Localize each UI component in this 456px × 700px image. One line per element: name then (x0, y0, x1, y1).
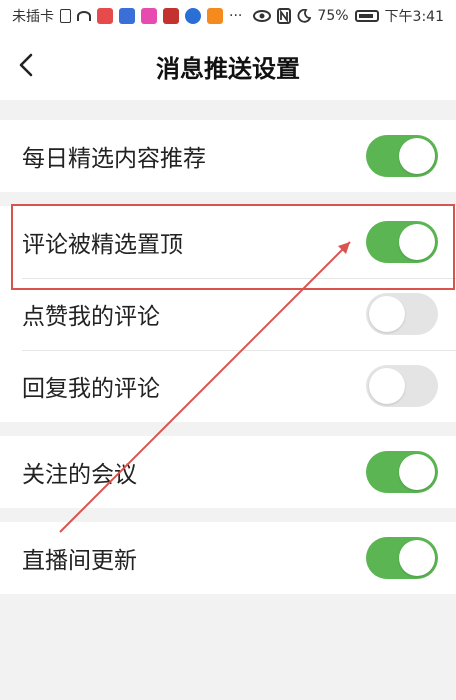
toggle-knob (369, 368, 405, 404)
battery-icon (354, 10, 379, 22)
setting-label: 评论被精选置顶 (22, 232, 183, 258)
setting-row-daily-picks: 每日精选内容推荐 (0, 120, 456, 192)
app-notification-icon (207, 8, 223, 24)
settings-group-live: 直播间更新 (0, 522, 456, 594)
meetings-toggle[interactable] (366, 451, 438, 493)
toggle-knob (399, 454, 435, 490)
app-notification-icon (119, 8, 135, 24)
setting-row-comment-pinned: 评论被精选置顶 (0, 206, 456, 278)
setting-label: 每日精选内容推荐 (22, 146, 206, 172)
nfc-icon (277, 8, 292, 24)
app-notification-icon (185, 8, 201, 24)
daily-picks-toggle[interactable] (366, 135, 438, 177)
nav-bar: 消息推送设置 (0, 32, 456, 100)
back-icon[interactable] (14, 52, 40, 78)
setting-row-likes: 点赞我的评论 (0, 278, 456, 350)
app-notification-icon (141, 8, 157, 24)
toggle-knob (399, 540, 435, 576)
status-bar: 未插卡 ··· 75% 下午3:41 (0, 0, 456, 32)
settings-group-comments: 评论被精选置顶 点赞我的评论 回复我的评论 (0, 206, 456, 422)
app-notification-icon (97, 8, 113, 24)
setting-row-replies: 回复我的评论 (0, 350, 456, 422)
eye-icon (253, 10, 272, 22)
setting-label: 回复我的评论 (22, 376, 160, 402)
setting-row-live: 直播间更新 (0, 522, 456, 594)
moon-icon (297, 9, 312, 23)
setting-row-meetings: 关注的会议 (0, 436, 456, 508)
clock-text: 下午3:41 (384, 9, 444, 25)
battery-percent: 75% (317, 8, 349, 24)
likes-toggle[interactable] (366, 293, 438, 335)
toggle-knob (399, 224, 435, 260)
toggle-knob (369, 296, 405, 332)
settings-group-daily: 每日精选内容推荐 (0, 120, 456, 192)
wifi-icon (77, 11, 91, 21)
toggle-knob (399, 138, 435, 174)
setting-label: 直播间更新 (22, 548, 137, 574)
more-notifications-text: ··· (229, 8, 243, 24)
live-updates-toggle[interactable] (366, 537, 438, 579)
comment-pinned-toggle[interactable] (366, 221, 438, 263)
replies-toggle[interactable] (366, 365, 438, 407)
setting-label: 关注的会议 (22, 462, 137, 488)
setting-label: 点赞我的评论 (22, 304, 160, 330)
sim-icon (60, 9, 71, 23)
settings-group-meetings: 关注的会议 (0, 436, 456, 508)
page-title: 消息推送设置 (156, 54, 300, 83)
app-notification-icon (163, 8, 179, 24)
carrier-text: 未插卡 (12, 9, 54, 25)
